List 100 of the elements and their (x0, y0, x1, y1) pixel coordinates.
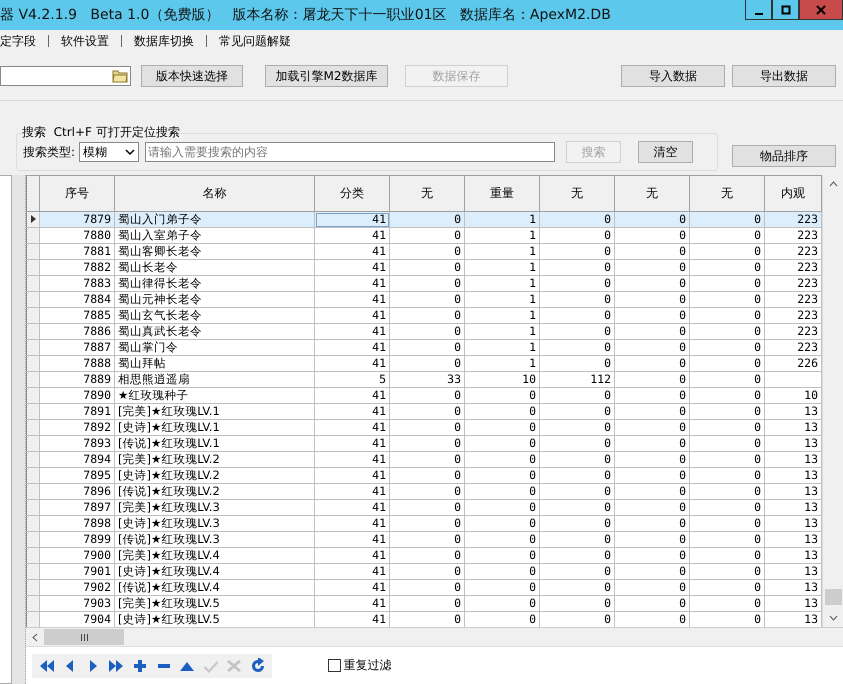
table-row[interactable]: 7879 蜀山入门弟子令 41 0 1 0 0 0 223 (26, 212, 822, 228)
table-cell: 0 (754, 564, 761, 578)
sort-button[interactable]: 物品排序 (732, 145, 836, 167)
table-row[interactable]: 7897 [完美]★红玫瑰LV.3 41 0 0 0 0 0 13 (26, 500, 822, 516)
path-field[interactable] (0, 66, 131, 86)
column-header[interactable]: 分类 (314, 176, 390, 212)
table-row[interactable]: 7881 蜀山客卿长老令 41 0 1 0 0 0 223 (26, 244, 822, 260)
table-cell: 41 (372, 484, 386, 498)
table-row[interactable]: 7885 蜀山玄气长老令 41 0 1 0 0 0 223 (26, 308, 822, 324)
toolbar-button[interactable]: 导出数据 (732, 65, 836, 87)
table-row[interactable]: 7890 ★红玫瑰种子 41 0 0 0 0 0 10 (26, 388, 822, 404)
table-cell: 7899 (83, 532, 111, 546)
table-cell: 41 (372, 308, 386, 322)
table-row[interactable]: 7888 蜀山拜帖 41 0 1 0 0 0 226 (26, 356, 822, 372)
minimize-button[interactable] (745, 0, 772, 20)
menu-item[interactable]: 软件设置 (55, 32, 115, 50)
vertical-scrollbar[interactable] (822, 175, 843, 627)
table-row[interactable]: 7898 [史诗]★红玫瑰LV.3 41 0 0 0 0 0 13 (26, 516, 822, 532)
close-button[interactable] (799, 0, 843, 20)
toolbar-button[interactable]: 加载引擎M2数据库 (265, 65, 388, 87)
add-icon[interactable] (132, 658, 148, 674)
table-cell: 7881 (83, 244, 111, 258)
table-row[interactable]: 7889 相思熊逍遥扇 5 33 10 112 0 0 (26, 372, 822, 388)
table-row[interactable]: 7893 [传说]★红玫瑰LV.1 41 0 0 0 0 0 13 (26, 436, 822, 452)
first-record-icon[interactable] (38, 658, 54, 674)
table-cell: 226 (797, 356, 818, 370)
last-record-icon[interactable] (108, 658, 124, 674)
table-cell: [史诗]★红玫瑰LV.5 (118, 612, 220, 626)
table-cell: 0 (604, 292, 611, 306)
horizontal-scrollbar[interactable] (26, 627, 843, 646)
table-cell: 0 (454, 548, 461, 562)
table-cell: 0 (679, 404, 686, 418)
column-header[interactable]: 名称 (114, 176, 314, 212)
table-cell: 41 (372, 420, 386, 434)
refresh-icon[interactable] (250, 658, 266, 674)
table-row[interactable]: 7887 蜀山掌门令 41 0 1 0 0 0 223 (26, 340, 822, 356)
close-icon (816, 4, 826, 14)
table-cell: 0 (529, 404, 536, 418)
column-header[interactable]: 内观 (764, 176, 822, 212)
table-cell: 41 (372, 548, 386, 562)
scroll-thumb[interactable] (824, 589, 842, 605)
table-row[interactable]: 7895 [史诗]★红玫瑰LV.2 41 0 0 0 0 0 13 (26, 468, 822, 484)
table-cell: [传说]★红玫瑰LV.4 (118, 580, 220, 594)
table-row[interactable]: 7896 [传说]★红玫瑰LV.2 41 0 0 0 0 0 13 (26, 484, 822, 500)
scroll-left-icon[interactable] (32, 632, 38, 642)
menu-item[interactable]: 数据库切换 (128, 32, 200, 50)
table-row[interactable]: 7899 [传说]★红玫瑰LV.3 41 0 0 0 0 0 13 (26, 532, 822, 548)
search-type-dropdown[interactable]: 模糊 (79, 142, 140, 162)
table-cell: 13 (804, 452, 818, 466)
scroll-down-icon[interactable] (828, 615, 838, 621)
table-cell: 0 (754, 276, 761, 290)
table-cell: 41 (372, 500, 386, 514)
table-row[interactable]: 7884 蜀山元神长老令 41 0 1 0 0 0 223 (26, 292, 822, 308)
table-cell: 0 (754, 420, 761, 434)
grip-icon (80, 634, 88, 640)
table-row[interactable]: 7902 [传说]★红玫瑰LV.4 41 0 0 0 0 0 13 (26, 580, 822, 596)
table-row[interactable]: 7880 蜀山入室弟子令 41 0 1 0 0 0 223 (26, 228, 822, 244)
toolbar-button[interactable]: 导入数据 (621, 65, 725, 87)
column-header[interactable]: 序号 (40, 176, 114, 212)
menu-item[interactable]: 常见问题解疑 (213, 32, 297, 50)
table-cell: 0 (529, 532, 536, 546)
table-row[interactable]: 7886 蜀山真武长老令 41 0 1 0 0 0 223 (26, 324, 822, 340)
table-row[interactable]: 7894 [完美]★红玫瑰LV.2 41 0 0 0 0 0 13 (26, 452, 822, 468)
table-cell: 0 (754, 548, 761, 562)
folder-icon[interactable] (112, 69, 128, 83)
table-cell: 0 (754, 388, 761, 402)
table-row[interactable]: 7883 蜀山律得长老令 41 0 1 0 0 0 223 (26, 276, 822, 292)
table-row[interactable]: 7900 [完美]★红玫瑰LV.4 41 0 0 0 0 0 13 (26, 548, 822, 564)
column-header[interactable]: 重量 (464, 176, 540, 212)
table-cell: 0 (754, 228, 761, 242)
clear-button[interactable]: 清空 (638, 141, 694, 163)
table-cell: 7896 (83, 484, 111, 498)
table-cell: 蜀山掌门令 (118, 340, 178, 354)
toolbar-button[interactable]: 版本快速选择 (141, 65, 243, 87)
table-row[interactable]: 7882 蜀山长老令 41 0 1 0 0 0 223 (26, 260, 822, 276)
table-cell: 0 (754, 260, 761, 274)
table-cell: 0 (604, 548, 611, 562)
table-cell: 41 (372, 404, 386, 418)
table-cell: 0 (679, 484, 686, 498)
table-cell: 5 (379, 372, 386, 386)
table-row[interactable]: 7892 [史诗]★红玫瑰LV.1 41 0 0 0 0 0 13 (26, 420, 822, 436)
filter-checkbox[interactable]: 重复过滤 (328, 657, 392, 674)
table-cell: 0 (604, 340, 611, 354)
column-header[interactable]: 无 (540, 176, 614, 212)
menu-item[interactable]: 定字段 (0, 32, 42, 50)
table-cell: 0 (754, 596, 761, 610)
table-row[interactable]: 7891 [完美]★红玫瑰LV.1 41 0 0 0 0 0 13 (26, 404, 822, 420)
table-row[interactable]: 7901 [史诗]★红玫瑰LV.4 41 0 0 0 0 0 13 (26, 564, 822, 580)
column-header[interactable]: 无 (690, 176, 764, 212)
scroll-up-icon[interactable] (828, 181, 838, 187)
table-cell: 41 (372, 580, 386, 594)
scroll-thumb[interactable] (44, 629, 124, 645)
column-header[interactable]: 无 (390, 176, 464, 212)
search-field[interactable]: 请输入需要搜索的内容 (145, 142, 556, 162)
table-cell: 0 (679, 292, 686, 306)
table-cell: 蜀山拜帖 (118, 356, 166, 370)
column-header[interactable]: 无 (614, 176, 690, 212)
table-row[interactable]: 7903 [完美]★红玫瑰LV.5 41 0 0 0 0 0 13 (26, 596, 822, 612)
table-cell: 0 (679, 356, 686, 370)
maximize-button[interactable] (772, 0, 799, 20)
